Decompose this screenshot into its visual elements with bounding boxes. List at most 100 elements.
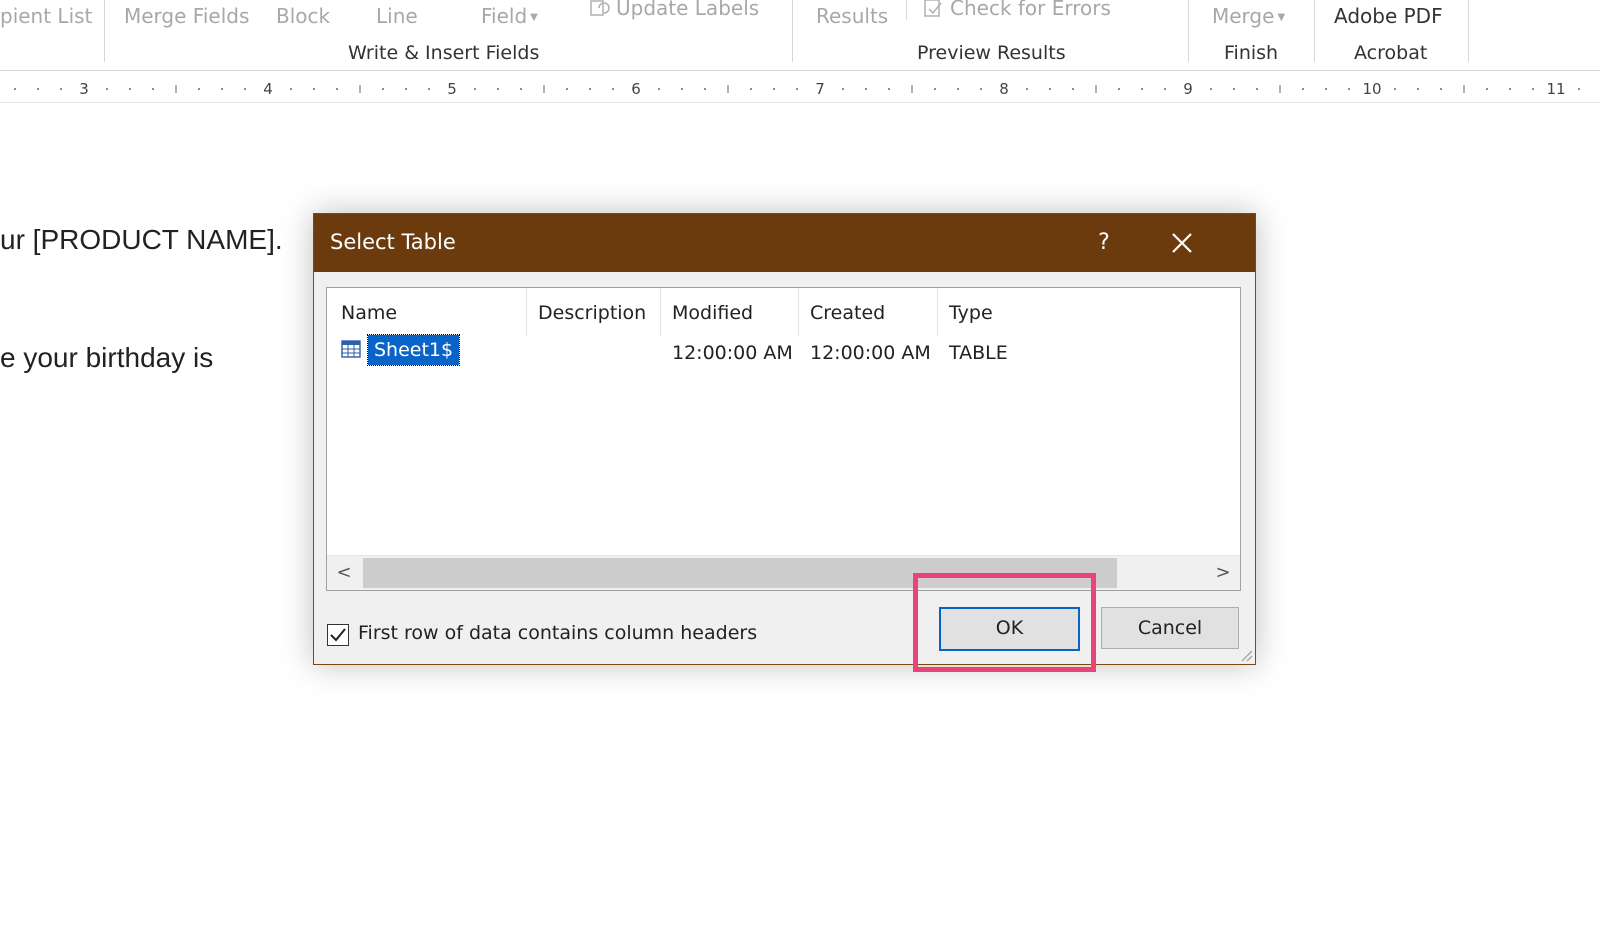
ruler-tick [980, 88, 982, 90]
column-header-modified[interactable]: Modified [672, 302, 753, 324]
ribbon-separator [906, 0, 907, 20]
column-header-type[interactable]: Type [949, 302, 993, 324]
close-button[interactable] [1154, 222, 1210, 264]
ruler-tick [129, 88, 131, 90]
help-button[interactable]: ? [1084, 224, 1124, 262]
ruler-tick [336, 88, 338, 90]
column-header-description[interactable]: Description [538, 302, 646, 324]
document-text-line[interactable]: ur [PRODUCT NAME]. [0, 224, 283, 256]
ruler-tick [313, 88, 315, 90]
column-divider[interactable] [798, 288, 799, 336]
ruler-tick [221, 88, 223, 90]
check-for-errors-label: Check for Errors [950, 0, 1111, 20]
preview-results-button[interactable]: Results [816, 4, 888, 28]
ribbon-separator [104, 0, 105, 62]
ribbon: pient List Merge Fields Block Line Field… [0, 0, 1600, 71]
scroll-left-arrow[interactable]: < [327, 556, 361, 590]
ruler-number: 11 [1546, 80, 1566, 98]
ruler-tick [704, 88, 706, 90]
ruler-tick [1210, 88, 1212, 90]
column-divider[interactable] [660, 288, 661, 336]
ruler-tick [589, 88, 591, 90]
ruler-tick [497, 88, 499, 90]
ruler-tick [681, 88, 683, 90]
scroll-right-arrow[interactable]: > [1206, 556, 1240, 590]
update-labels-button[interactable]: Update Labels [590, 0, 759, 20]
horizontal-scrollbar[interactable]: < > [327, 555, 1240, 590]
dialog-titlebar[interactable]: Select Table ? [314, 214, 1255, 272]
ruler-tick [1532, 88, 1534, 90]
ruler-tick [520, 88, 522, 90]
column-header-created[interactable]: Created [810, 302, 885, 324]
checkmark-icon [330, 628, 346, 642]
address-block-button[interactable]: Block [276, 4, 330, 28]
insert-field-button[interactable]: Field ▼ [481, 4, 538, 28]
document-text-line[interactable]: e your birthday is [0, 342, 213, 374]
ruler-tick [1440, 88, 1442, 90]
ruler-ticks [14, 85, 1580, 93]
ruler-tick [796, 88, 798, 90]
group-label-finish: Finish [1224, 42, 1279, 64]
ruler-tick [612, 88, 614, 90]
recipient-list-button[interactable]: pient List [0, 4, 92, 28]
ruler-number: 3 [79, 80, 89, 98]
group-label-preview-results: Preview Results [917, 42, 1066, 64]
ok-button-highlight [913, 573, 1096, 672]
ruler-tick [1141, 88, 1143, 90]
update-labels-icon [590, 0, 610, 16]
chevron-down-icon: ▼ [530, 12, 538, 23]
row-type-cell: TABLE [949, 342, 1008, 364]
ruler-number: 10 [1362, 80, 1382, 98]
column-divider[interactable] [937, 288, 938, 336]
greeting-line-button[interactable]: Line [376, 4, 418, 28]
column-header-name[interactable]: Name [341, 302, 397, 324]
merge-fields-button[interactable]: Merge Fields [124, 4, 249, 28]
ruler-tick [934, 88, 936, 90]
finish-merge-button[interactable]: Merge ▼ [1212, 4, 1285, 28]
resize-grip-icon[interactable] [1239, 648, 1253, 662]
ruler-tick [566, 88, 568, 90]
ribbon-separator [1468, 0, 1469, 62]
ruler-number: 6 [631, 80, 641, 98]
group-label-acrobat: Acrobat [1354, 42, 1428, 64]
ruler-number: 4 [263, 80, 273, 98]
ruler-tick [865, 88, 867, 90]
group-label-write-insert: Write & Insert Fields [348, 42, 540, 64]
ruler-tick [14, 88, 16, 90]
adobe-pdf-button[interactable]: Adobe PDF [1334, 4, 1443, 28]
table-list[interactable]: Name Description Modified Created Type S… [326, 287, 1241, 591]
row-modified-cell: 12:00:00 AM [672, 342, 793, 364]
column-headers-checkbox[interactable] [327, 624, 349, 646]
ruler-tick [1026, 88, 1028, 90]
ribbon-separator [1314, 0, 1315, 62]
ruler-tick [1049, 88, 1051, 90]
table-icon [341, 340, 361, 358]
row-name-cell[interactable]: Sheet1$ [366, 334, 461, 366]
ruler-tick [1164, 88, 1166, 90]
ruler-tick [1325, 88, 1327, 90]
ruler-tick [382, 88, 384, 90]
ruler-tick [773, 88, 775, 90]
check-for-errors-button[interactable]: Check for Errors [924, 0, 1111, 20]
ruler-tick [1486, 88, 1488, 90]
column-headers-checkbox-label[interactable]: First row of data contains column header… [358, 622, 757, 644]
check-errors-icon [924, 0, 942, 17]
update-labels-label: Update Labels [616, 0, 760, 20]
column-divider[interactable] [526, 288, 527, 336]
ruler-tick [428, 88, 430, 90]
ruler-tick [750, 88, 752, 90]
horizontal-ruler[interactable]: 3 4 5 6 7 8 9 10 11 [0, 76, 1600, 103]
chevron-down-icon: ▼ [1277, 12, 1286, 23]
ruler-number: 7 [815, 80, 825, 98]
dialog-title: Select Table [330, 230, 456, 254]
cancel-button[interactable]: Cancel [1101, 607, 1239, 649]
close-icon [1172, 233, 1192, 253]
ruler-tick [244, 88, 246, 90]
ruler-tick [658, 88, 660, 90]
ruler-tick [1233, 88, 1235, 90]
ruler-number: 9 [1183, 80, 1193, 98]
ruler-tick [1578, 88, 1580, 90]
ribbon-separator [792, 0, 793, 62]
row-created-cell: 12:00:00 AM [810, 342, 931, 364]
select-table-dialog: Select Table ? Name Description Modified… [313, 213, 1256, 665]
